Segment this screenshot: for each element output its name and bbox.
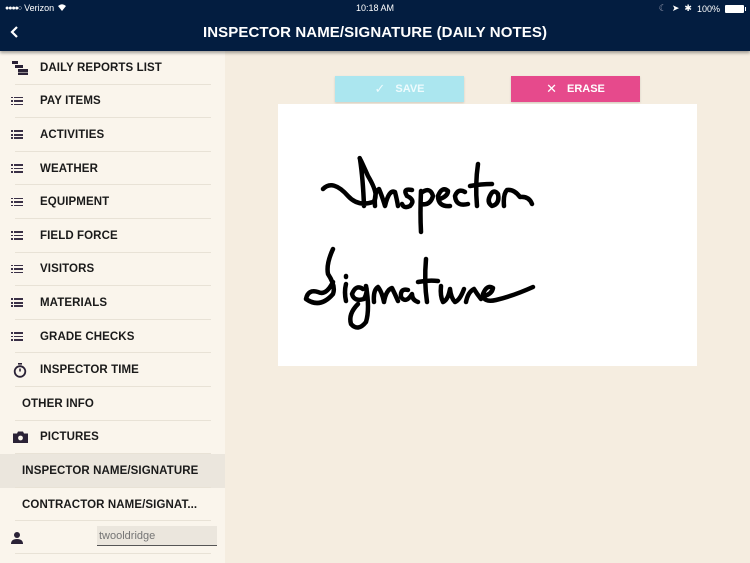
checkmark-icon: ✓ <box>374 81 386 96</box>
main-content: ✓ SAVE ✕ ERASE <box>225 51 750 563</box>
hierarchy-list-icon <box>0 60 40 75</box>
username-input[interactable] <box>97 526 217 547</box>
list-icon <box>0 264 40 274</box>
list-icon <box>0 332 40 341</box>
sidebar-item-label: FIELD FORCE <box>40 229 118 242</box>
sidebar-item-visitors[interactable]: VISITORS <box>0 253 225 287</box>
bluetooth-icon: ✱ <box>684 3 692 13</box>
status-bar: ●●●●○ Verizon 10:18 AM ☾ ➤ ✱ 100% <box>0 0 750 16</box>
sidebar-item-inspector-time[interactable]: INSPECTOR TIME <box>0 353 225 387</box>
sidebar: DAILY REPORTS LIST PAY ITEMS ACTIVITIES … <box>0 51 225 563</box>
sidebar-item-other-info[interactable]: OTHER INFO <box>0 387 225 421</box>
sidebar-item-inspector-name-signature[interactable]: INSPECTOR NAME/SIGNATURE <box>0 454 225 488</box>
sidebar-item-label: MATERIALS <box>40 296 108 309</box>
person-icon <box>0 531 33 544</box>
sidebar-item-label: INSPECTOR NAME/SIGNATURE <box>22 464 199 477</box>
sidebar-item-label: CONTRACTOR NAME/SIGNAT... <box>22 498 198 511</box>
sidebar-item-label: OTHER INFO <box>22 397 94 410</box>
clock: 10:18 AM <box>355 3 395 13</box>
sidebar-item-label: EQUIPMENT <box>40 196 110 209</box>
sidebar-item-pictures[interactable]: PICTURES <box>0 421 225 455</box>
list-icon <box>0 130 40 140</box>
sidebar-item-materials[interactable]: MATERIALS <box>0 286 225 320</box>
stopwatch-icon <box>0 362 40 378</box>
sidebar-item-label: VISITORS <box>40 263 95 276</box>
sidebar-item-label: INSPECTOR TIME <box>40 364 139 377</box>
signature-pad[interactable] <box>278 104 697 366</box>
location-icon: ➤ <box>671 3 680 13</box>
sidebar-item-weather[interactable]: WEATHER <box>0 152 225 186</box>
moon-icon: ☾ <box>658 3 667 13</box>
sidebar-item-label: PAY ITEMS <box>40 95 101 108</box>
page-title: INSPECTOR NAME/SIGNATURE (DAILY NOTES) <box>202 24 548 41</box>
list-icon <box>0 96 40 106</box>
sidebar-item-label: PICTURES <box>40 431 99 444</box>
sidebar-item-field-force[interactable]: FIELD FORCE <box>0 219 225 253</box>
sidebar-item-equipment[interactable]: EQUIPMENT <box>0 185 225 219</box>
list-icon <box>0 164 40 173</box>
sidebar-item-contractor-name-signature[interactable]: CONTRACTOR NAME/SIGNAT... <box>0 488 225 522</box>
close-icon: ✕ <box>546 81 557 96</box>
user-row <box>0 521 225 555</box>
sidebar-item-activities[interactable]: ACTIVITIES <box>0 118 225 152</box>
camera-icon <box>0 431 40 444</box>
erase-button[interactable]: ✕ ERASE <box>511 76 640 102</box>
list-icon <box>0 298 40 308</box>
top-bar: ●●●●○ Verizon 10:18 AM ☾ ➤ ✱ 100% INSPEC… <box>0 0 750 51</box>
signature-drawing <box>303 155 536 330</box>
sidebar-item-label: WEATHER <box>40 162 98 175</box>
list-icon <box>0 231 40 240</box>
sidebar-item-label: DAILY REPORTS LIST <box>40 61 162 74</box>
sidebar-item-grade-checks[interactable]: GRADE CHECKS <box>0 320 225 354</box>
sidebar-item-label: GRADE CHECKS <box>40 330 135 343</box>
save-label: SAVE <box>395 83 425 95</box>
erase-label: ERASE <box>567 83 605 95</box>
battery-percent: 100% <box>696 3 720 14</box>
battery-icon <box>725 4 746 13</box>
save-button[interactable]: ✓ SAVE <box>335 76 464 102</box>
list-icon <box>0 197 40 207</box>
sidebar-item-daily-reports-list[interactable]: DAILY REPORTS LIST <box>0 51 225 85</box>
sidebar-item-pay-items[interactable]: PAY ITEMS <box>0 85 225 119</box>
sidebar-item-label: ACTIVITIES <box>40 128 105 141</box>
